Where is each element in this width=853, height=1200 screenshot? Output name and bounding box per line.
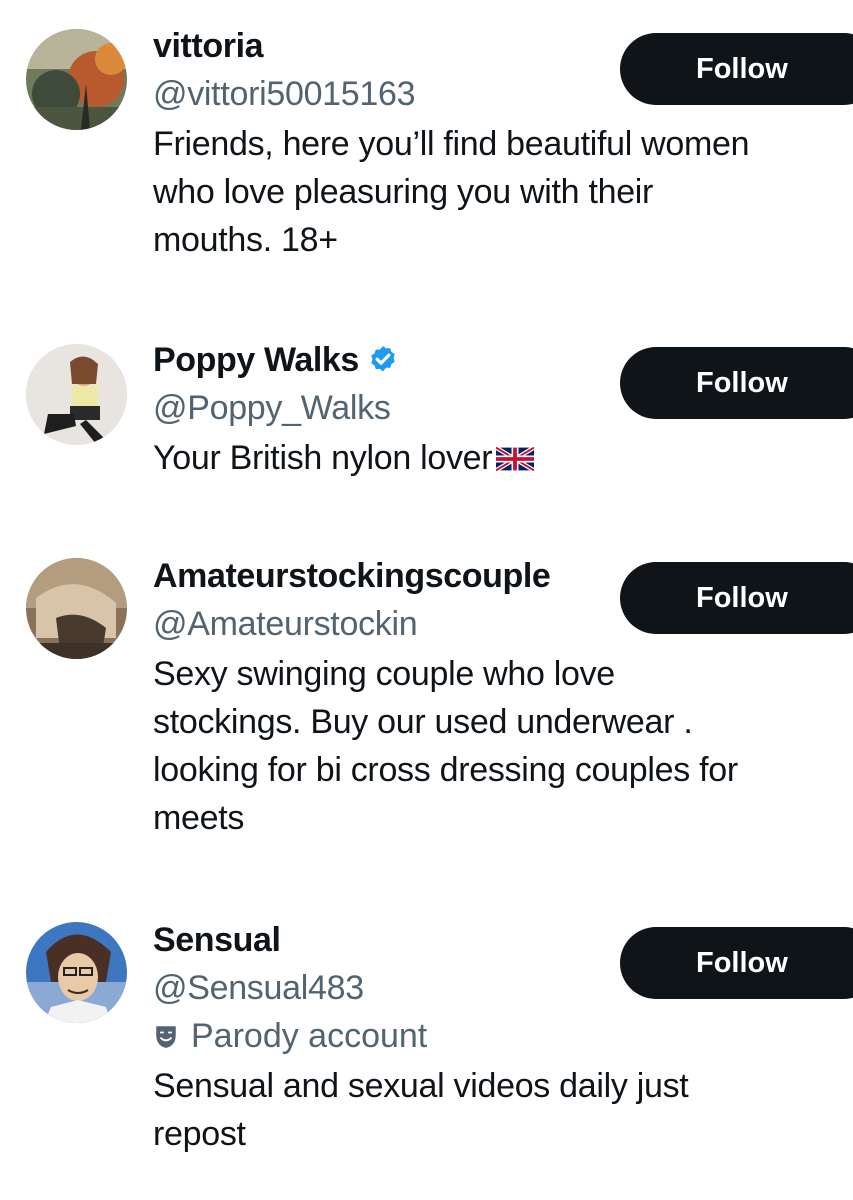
display-name[interactable]: Poppy Walks <box>153 341 359 380</box>
display-name[interactable]: vittoria <box>153 27 264 66</box>
bio-line: who love pleasuring you with their <box>153 173 654 211</box>
bio-line: Friends, here you’ll find beautiful wome… <box>153 125 750 163</box>
follow-button[interactable]: Follow <box>620 33 853 105</box>
avatar[interactable] <box>26 558 127 659</box>
uk-flag-icon <box>496 447 535 471</box>
bio-line: Your British nylon lover <box>153 434 843 482</box>
parody-label-text: Parody account <box>191 1017 428 1055</box>
avatar[interactable] <box>26 29 127 130</box>
avatar[interactable] <box>26 344 127 445</box>
account-row-vittoria[interactable]: vittoria @vittori50015163 Friends, here … <box>0 0 853 300</box>
follow-button[interactable]: Follow <box>620 347 853 419</box>
user-bio: Sensual and sexual videos daily just rep… <box>153 1062 853 1158</box>
bio-line: mouths. 18+ <box>153 221 338 259</box>
bio-line: Sexy swinging couple who love <box>153 655 615 693</box>
follow-button[interactable]: Follow <box>620 562 853 634</box>
avatar[interactable] <box>26 922 127 1023</box>
account-row-poppy-walks[interactable]: Poppy Walks @Poppy_Walks Your British ny… <box>0 300 853 530</box>
parody-label: Parody account <box>153 1016 853 1056</box>
bio-line: stockings. Buy our used underwear . <box>153 703 693 741</box>
bio-line: Sensual and sexual videos daily just <box>153 1067 689 1105</box>
bio-line: repost <box>153 1115 246 1153</box>
user-bio: Friends, here you’ll find beautiful wome… <box>153 120 853 264</box>
bio-text: Your British nylon lover <box>153 439 493 477</box>
account-row-sensual[interactable]: Sensual @Sensual483 Parody account Sensu… <box>0 890 853 1200</box>
user-bio: Sexy swinging couple who love stockings.… <box>153 650 853 842</box>
follow-button[interactable]: Follow <box>620 927 853 999</box>
theater-masks-icon <box>153 1023 179 1049</box>
bio-line: looking for bi cross dressing couples fo… <box>153 751 738 789</box>
verified-badge-icon <box>367 344 399 376</box>
account-row-amateurstockingscouple[interactable]: Amateurstockingscouple @Amateurstockin S… <box>0 530 853 890</box>
display-name[interactable]: Amateurstockingscouple <box>153 557 551 596</box>
bio-line: meets <box>153 799 245 837</box>
user-bio: Your British nylon lover <box>153 434 853 482</box>
display-name[interactable]: Sensual <box>153 921 281 960</box>
